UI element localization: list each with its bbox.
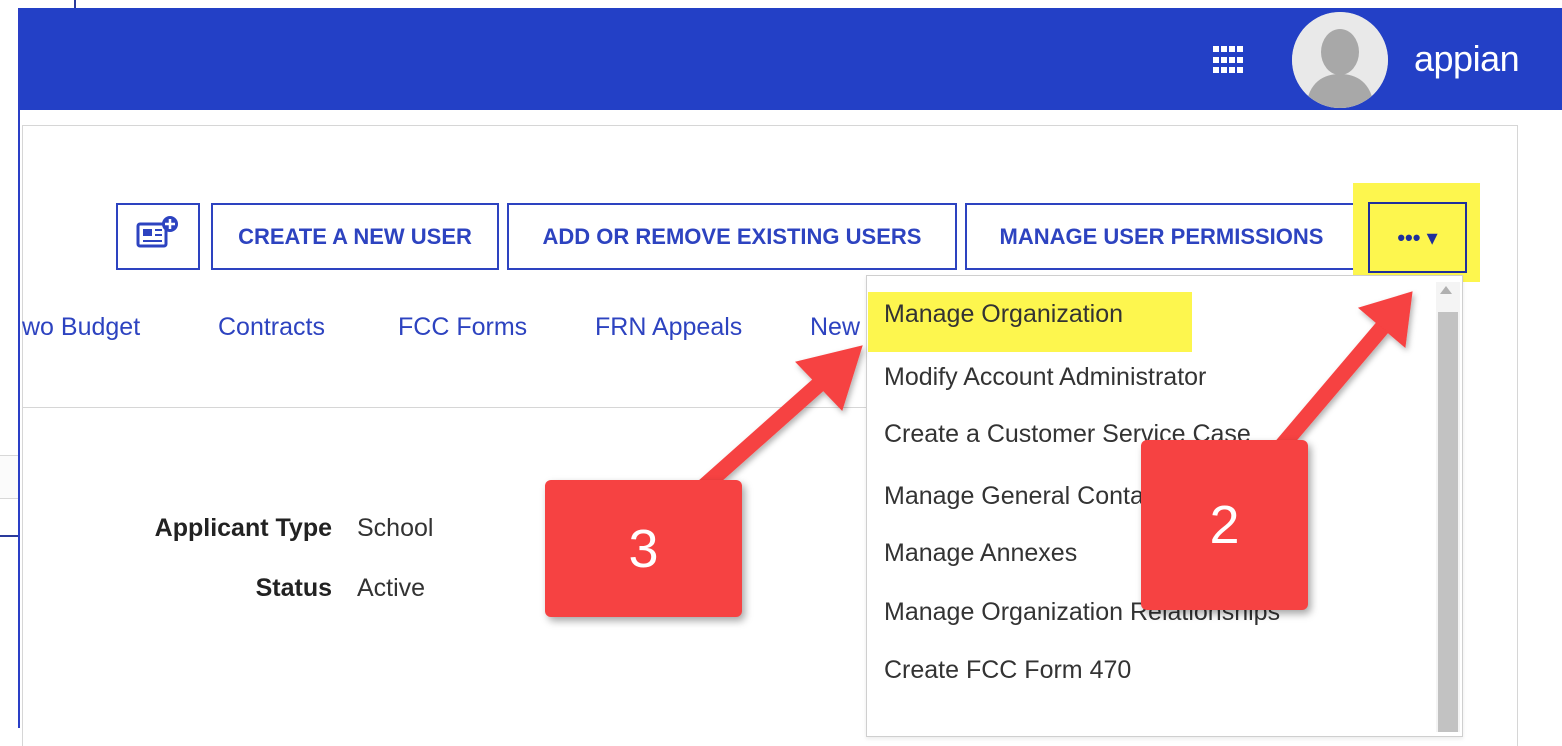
annotation-arrows [692,291,1413,498]
callout-badge: 3 [545,480,742,617]
callout-badge: 2 [1141,440,1308,610]
